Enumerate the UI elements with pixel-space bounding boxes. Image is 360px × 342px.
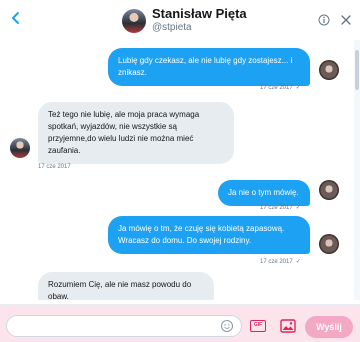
scrollbar-thumb[interactable] [355, 50, 359, 90]
read-check-icon: ✓ [295, 85, 301, 91]
message-bubble-incoming: Rozumiem Cię, ale nie masz powodu do oba… [38, 272, 214, 300]
header-avatar[interactable] [122, 9, 146, 33]
read-check-icon: ✓ [295, 205, 301, 211]
message-bubble-outgoing: Ja nie o tym mówię. [218, 180, 310, 206]
image-icon[interactable] [280, 319, 296, 333]
contact-avatar[interactable] [10, 138, 30, 158]
message-timestamp: 17 cze 2017 [38, 164, 71, 170]
message-text: Też tego nie lubię, ale moja praca wymag… [48, 110, 200, 155]
message-input[interactable] [7, 316, 207, 336]
contact-name[interactable]: Stanisław Pięta [152, 6, 247, 21]
own-avatar[interactable] [319, 180, 339, 200]
emoji-icon[interactable] [220, 319, 234, 333]
message-text: Ja nie o tym mówię. [228, 188, 299, 197]
message-list: Lubię gdy czekasz, ale nie lubię gdy zos… [0, 40, 353, 300]
send-button[interactable]: Wyślij [305, 316, 353, 338]
back-arrow-icon[interactable] [8, 10, 24, 26]
message-input-wrapper[interactable] [6, 315, 242, 337]
message-text: Lubię gdy czekasz, ale nie lubię gdy zos… [118, 56, 293, 77]
message-bubble-outgoing: Ja mówię o tm, że czuję się kobietą zapa… [108, 216, 310, 254]
message-text: Rozumiem Cię, ale nie masz powodu do oba… [48, 280, 192, 300]
message-timestamp: 17 cze 2017 ✓ [260, 259, 301, 265]
contact-handle: @stpieta [152, 22, 192, 33]
close-icon[interactable] [340, 14, 352, 26]
message-timestamp: 17 cze 2017 ✓ [260, 85, 301, 91]
conversation-header: Stanisław Pięta @stpieta [0, 0, 360, 40]
own-avatar[interactable] [319, 234, 339, 254]
message-text: Ja mówię o tm, że czuję się kobietą zapa… [118, 224, 285, 245]
message-timestamp: 17 cze 2017 ✓ [260, 205, 301, 211]
own-avatar[interactable] [319, 60, 339, 80]
message-bubble-incoming: Też tego nie lubię, ale moja praca wymag… [38, 102, 234, 164]
message-composer: GIF Wyślij [0, 304, 360, 342]
info-icon[interactable] [318, 14, 330, 26]
read-check-icon: ✓ [295, 259, 301, 265]
message-bubble-outgoing: Lubię gdy czekasz, ale nie lubię gdy zos… [108, 48, 310, 86]
gif-icon[interactable]: GIF [250, 320, 266, 332]
